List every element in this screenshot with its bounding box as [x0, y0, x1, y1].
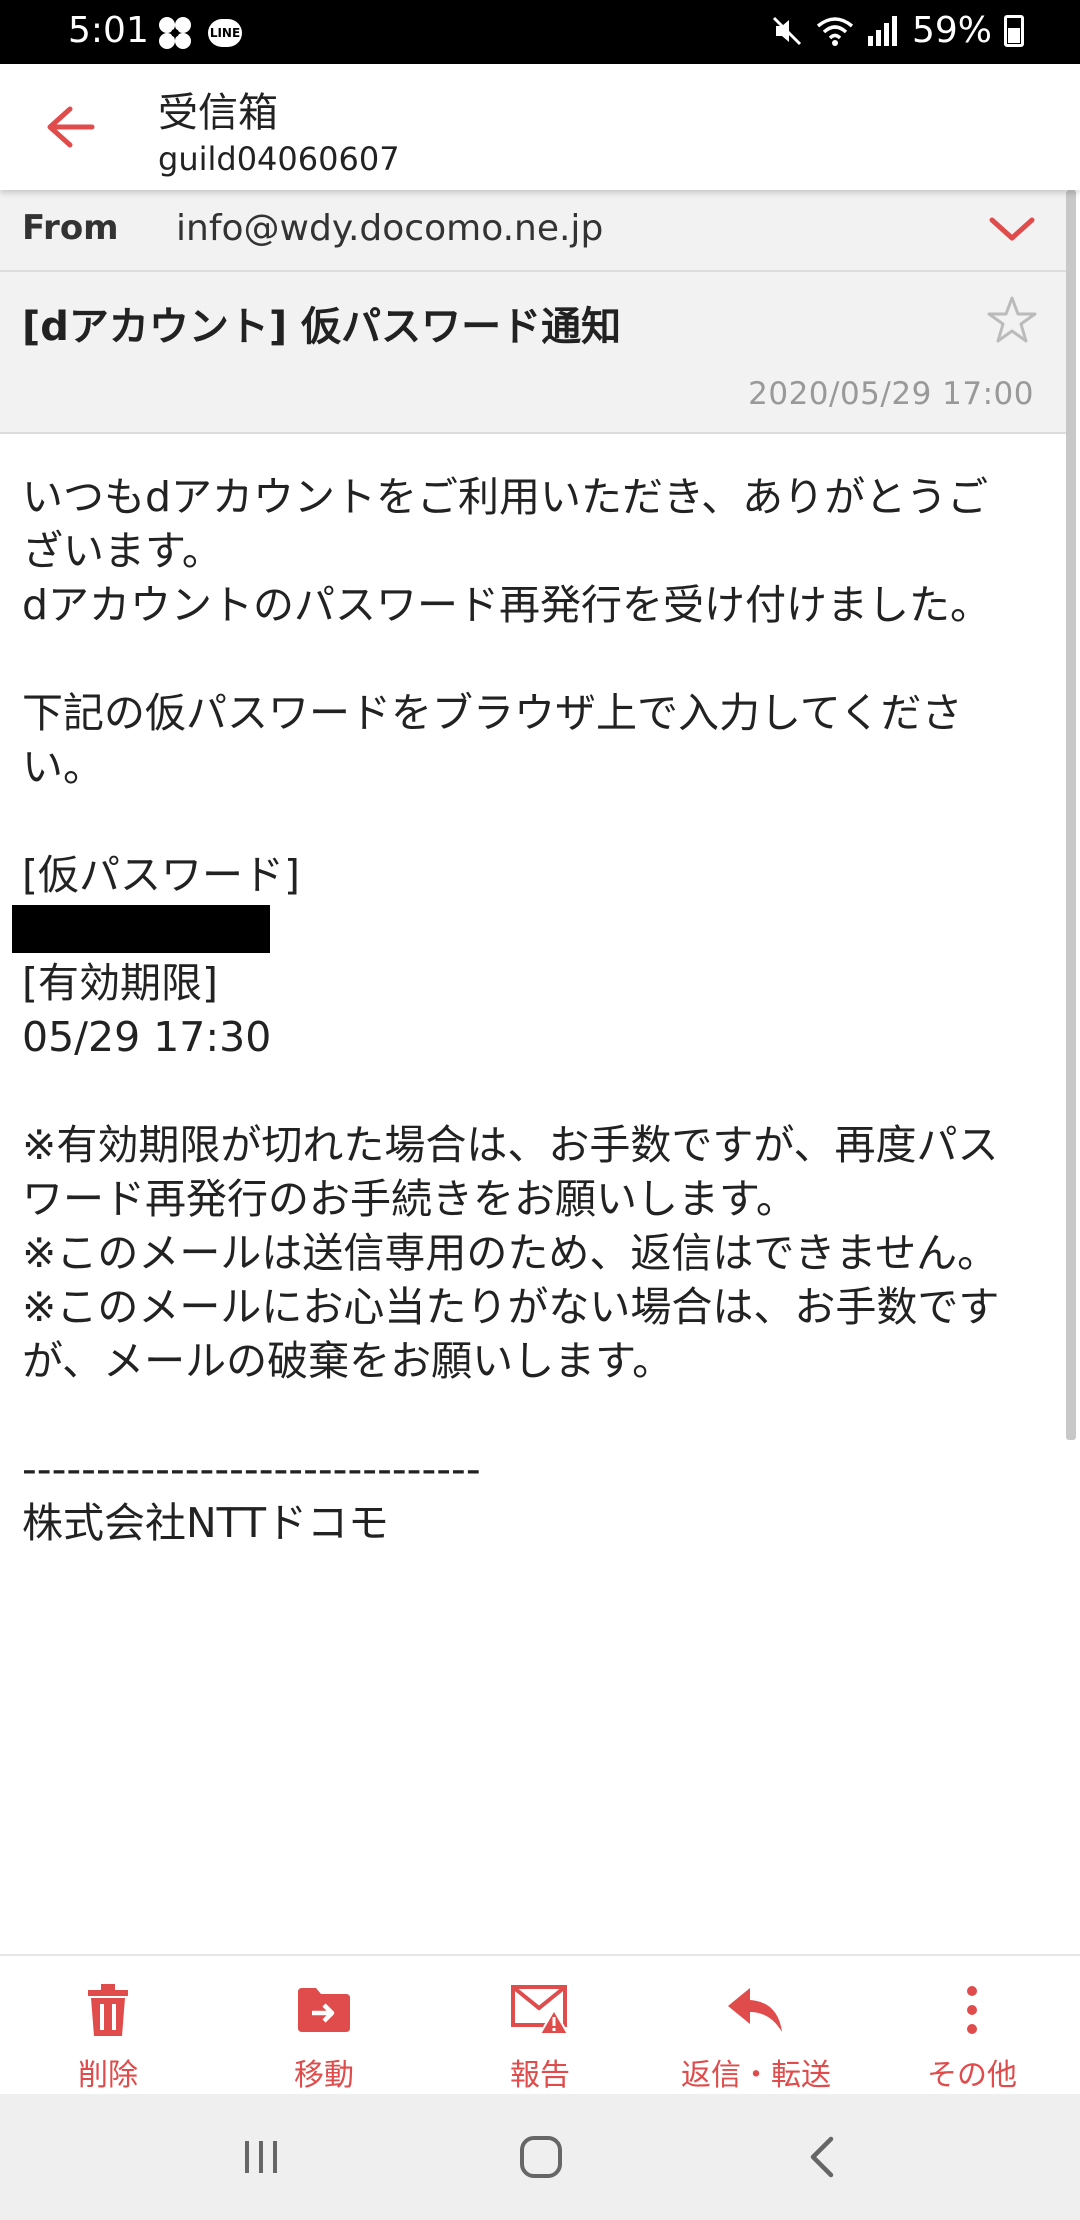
- star-icon: [987, 296, 1037, 343]
- line-app-icon: LINE: [208, 19, 242, 47]
- mail-header: From info@wdy.docomo.ne.jp [dアカウント] 仮パスワ…: [0, 190, 1066, 434]
- back-nav-button[interactable]: [778, 2122, 868, 2192]
- report-label: 報告: [510, 2058, 570, 2093]
- notification-icons: LINE: [156, 14, 242, 52]
- delete-button[interactable]: 削除: [0, 1956, 216, 2094]
- mail-subject: [dアカウント] 仮パスワード通知: [22, 304, 622, 350]
- mail-action-toolbar: 削除 移動 報告 返信・転送 その他: [0, 1954, 1080, 2094]
- chevron-left-icon: [810, 2136, 834, 2178]
- redacted-password: [12, 905, 270, 953]
- folder-move-icon: [298, 1988, 350, 2032]
- more-vertical-icon: [967, 1986, 977, 2034]
- mailbox-title: 受信箱: [158, 90, 278, 136]
- delete-label: 削除: [78, 2058, 138, 2093]
- reply-icon: [728, 1988, 782, 2032]
- recent-apps-icon: [245, 2141, 277, 2173]
- report-button[interactable]: 報告: [432, 1956, 648, 2094]
- body-line: 下記の仮パスワードをブラウザ上で入力してくださ: [22, 689, 963, 737]
- pinwheel-icon: [159, 17, 191, 49]
- recent-apps-button[interactable]: [216, 2122, 306, 2192]
- app-bar: 受信箱 guild04060607: [0, 64, 1080, 190]
- body-line: ※このメールにお心当たりがない場合は、お手数です: [22, 1283, 1000, 1331]
- body-line: ワード再発行のお手続きをお願いします。: [22, 1175, 797, 1223]
- from-row: From info@wdy.docomo.ne.jp: [0, 190, 1066, 272]
- chevron-down-icon: [989, 217, 1035, 241]
- move-label: 移動: [294, 2058, 354, 2093]
- star-button[interactable]: [984, 292, 1044, 352]
- reply-forward-button[interactable]: 返信・転送: [648, 1956, 864, 2094]
- signature-divider: -------------------------------: [22, 1445, 481, 1493]
- body-line: [22, 1064, 1052, 1118]
- body-line: [仮パスワード]: [22, 851, 300, 899]
- status-time: 5:01: [68, 10, 149, 51]
- body-line: [有効期限]: [22, 959, 218, 1007]
- body-line: ざいます。: [22, 527, 223, 575]
- body-line: い。: [22, 743, 104, 791]
- sender-address[interactable]: info@wdy.docomo.ne.jp: [176, 208, 603, 249]
- move-button[interactable]: 移動: [216, 1956, 432, 2094]
- home-button[interactable]: [496, 2122, 586, 2192]
- body-line: いつもdアカウントをご利用いただき、ありがとうご: [22, 473, 989, 521]
- back-button[interactable]: [36, 92, 106, 162]
- body-line: が、メールの破棄をお願いします。: [22, 1337, 674, 1385]
- more-button[interactable]: その他: [864, 1956, 1080, 2094]
- arrow-back-icon: [47, 106, 95, 148]
- more-label: その他: [927, 2058, 1017, 2093]
- scrollbar[interactable]: [1066, 190, 1076, 1440]
- mail-warning-icon: [511, 1985, 570, 2035]
- body-line: [22, 632, 1052, 686]
- body-line: ※このメールは送信専用のため、返信はできません。: [22, 1229, 999, 1277]
- body-line: 05/29 17:30: [22, 1013, 272, 1061]
- mail-body: いつもdアカウントをご利用いただき、ありがとうご ざいます。 dアカウントのパス…: [12, 470, 1052, 1550]
- received-date: 2020/05/29 17:00: [748, 376, 1034, 412]
- trash-icon: [88, 1984, 128, 2036]
- from-label: From: [22, 208, 119, 248]
- battery-icon: [1004, 14, 1024, 47]
- account-name: guild04060607: [158, 140, 400, 178]
- mute-icon: [772, 16, 802, 45]
- body-line: [22, 794, 1052, 848]
- home-icon: [520, 2136, 562, 2178]
- body-line: [22, 1388, 1052, 1442]
- body-line: dアカウントのパスワード再発行を受け付けました。: [22, 581, 992, 629]
- status-bar: 5:01 LINE 59%: [0, 0, 1080, 64]
- system-status-icons: 59%: [770, 10, 1024, 51]
- reply-forward-label: 返信・転送: [681, 2058, 831, 2093]
- body-line: ※有効期限が切れた場合は、お手数ですが、再度パス: [22, 1121, 999, 1169]
- signature-company: 株式会社NTTドコモ: [22, 1499, 390, 1547]
- wifi-icon: [816, 16, 854, 46]
- signal-icon: [867, 15, 897, 46]
- system-nav-bar: [0, 2094, 1080, 2220]
- battery-percent: 59%: [911, 10, 992, 51]
- expand-header-button[interactable]: [984, 208, 1040, 252]
